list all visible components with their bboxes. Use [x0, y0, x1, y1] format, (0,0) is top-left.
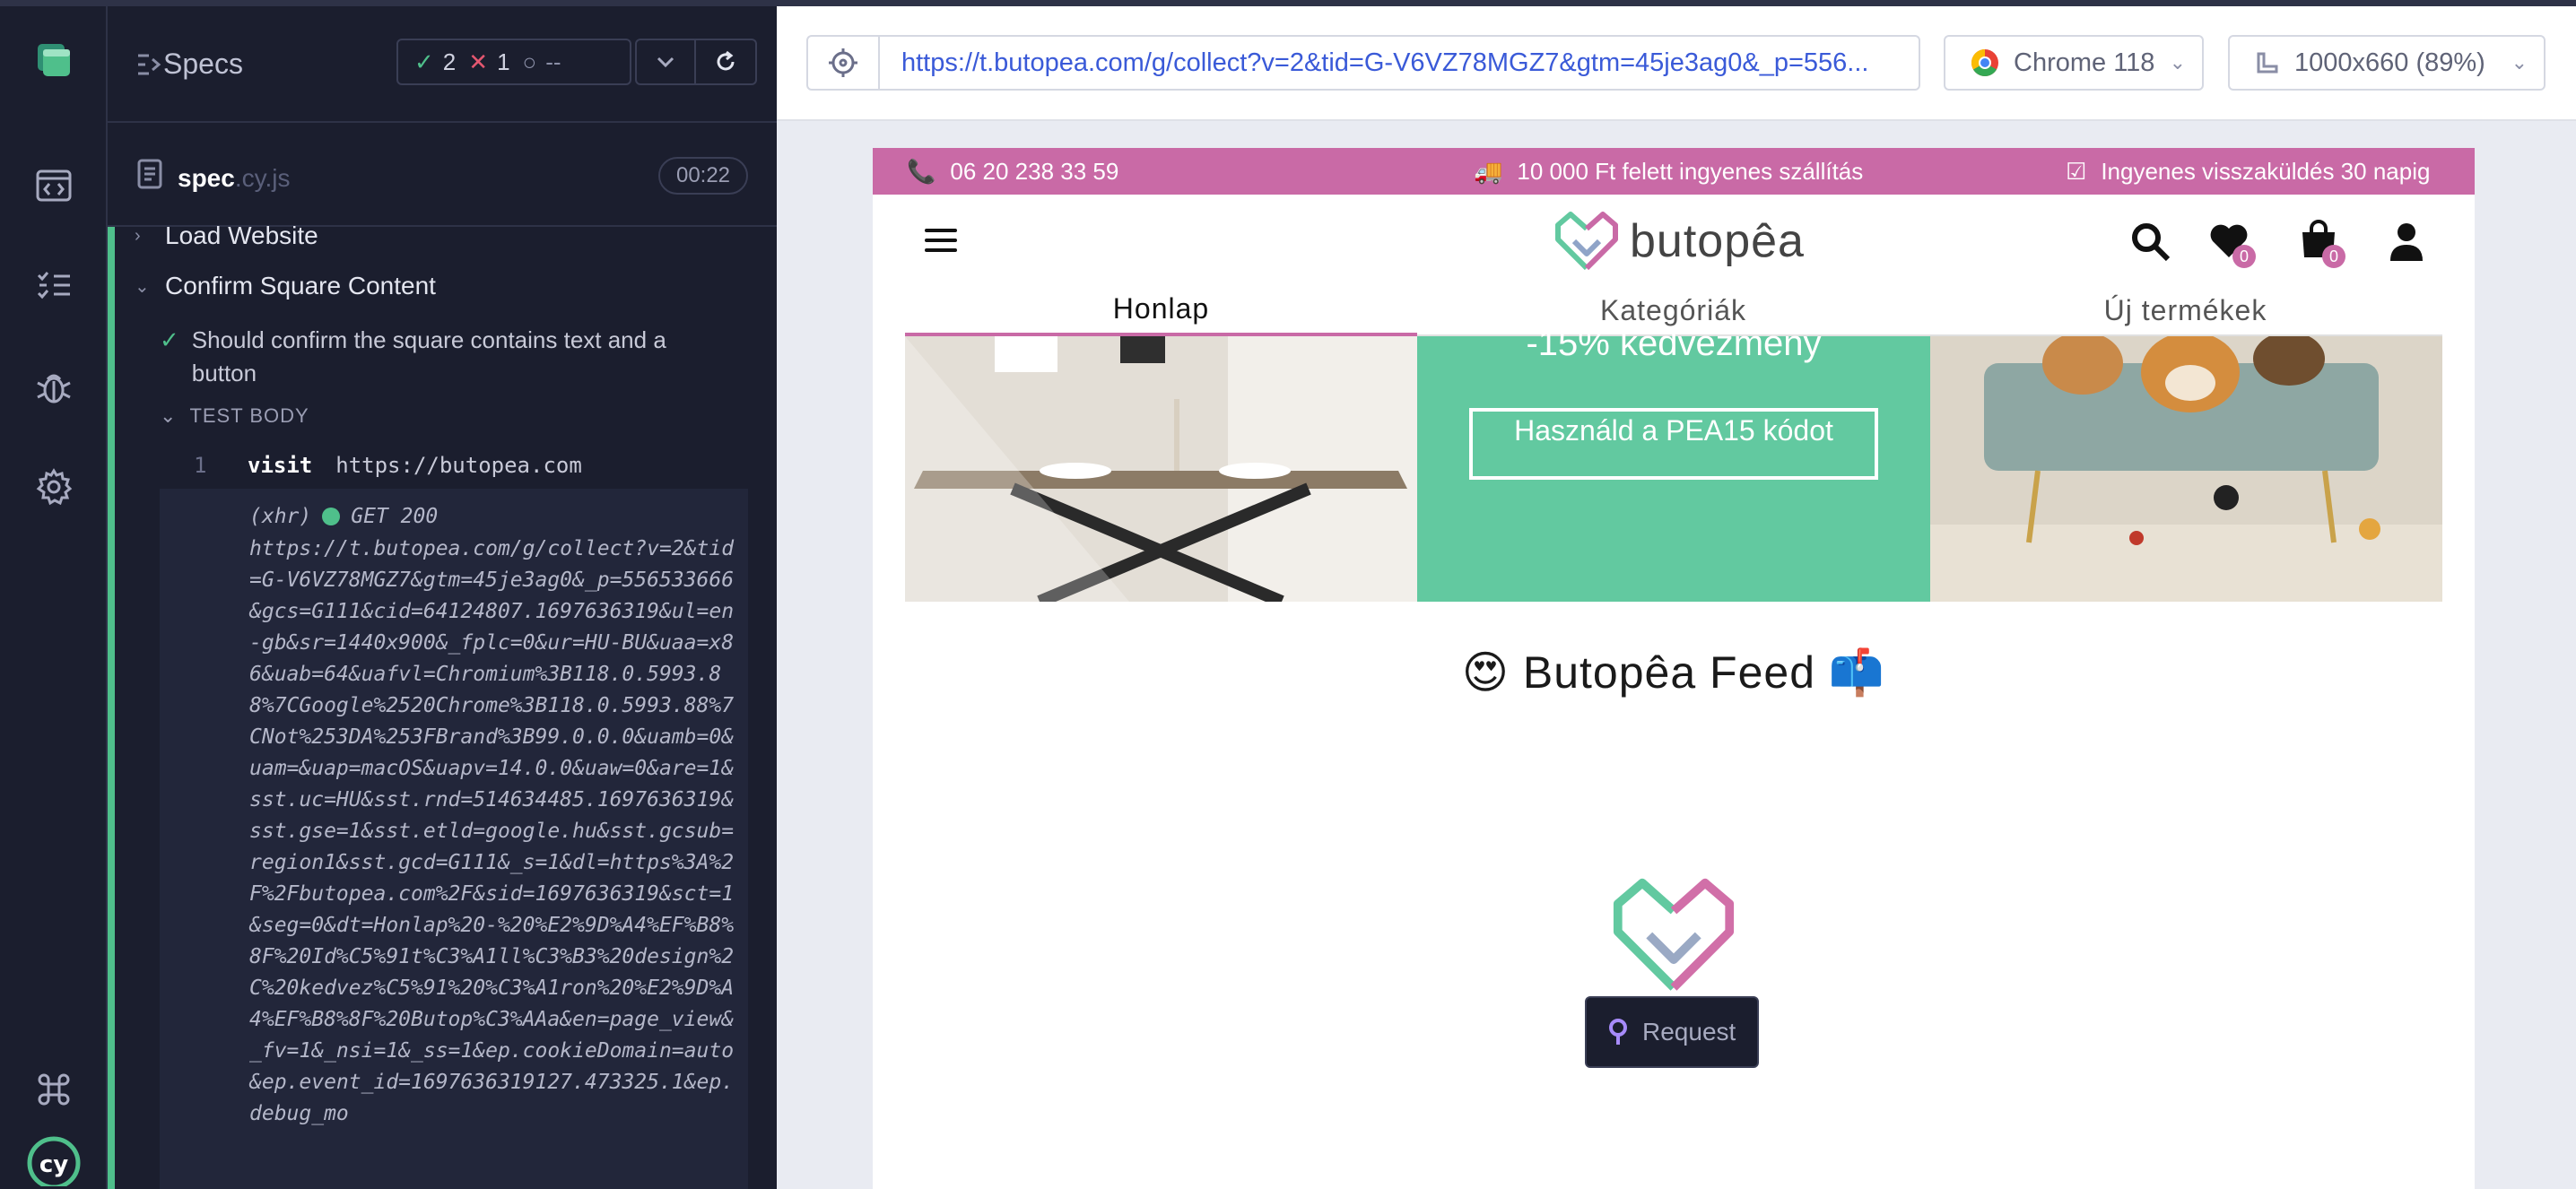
check-icon: ✓ [160, 326, 179, 353]
app-logo-icon [38, 44, 70, 76]
spec-file-name: spec.cy.js [178, 164, 291, 192]
loading-heart-logo-icon [1613, 878, 1735, 991]
viewport-selector[interactable]: 1000x660 (89%) ⌄ [2228, 35, 2546, 91]
feed-title: 😍 Butopêa Feed 📫 [1461, 647, 1886, 698]
cypress-logo[interactable]: cy [27, 1133, 81, 1186]
pin-icon [1609, 1019, 1627, 1045]
rerun-button[interactable] [696, 39, 757, 85]
sidebar-item-runs[interactable] [27, 259, 81, 313]
chevron-down-icon: ⌄ [2511, 51, 2528, 74]
crosshair-icon [829, 48, 857, 77]
collapse-all-button[interactable] [635, 39, 696, 85]
chevron-down-icon: ⌄ [135, 276, 150, 297]
wishlist-badge: 0 [2232, 245, 2256, 268]
ruler-icon [2257, 52, 2278, 74]
chevron-down-icon: ⌄ [2169, 51, 2186, 74]
spinner-icon: ○ [522, 48, 537, 75]
nav-tab-new-products[interactable]: Új termékek [1929, 284, 2441, 336]
aut-panel: https://t.butopea.com/g/collect?v=2&tid=… [777, 6, 2576, 1189]
suite-load-website[interactable]: › Load Website [135, 221, 318, 250]
sidebar-item-debug[interactable] [27, 360, 81, 413]
hero-promo-square: -15% kedvezmény Használd a PEA15 kódot [1417, 324, 1930, 602]
keyboard-shortcuts-button[interactable] [27, 1063, 81, 1116]
dogs-bench-image [1930, 336, 2442, 602]
spec-duration: 00:22 [658, 157, 748, 195]
wishlist-button[interactable]: 0 [2207, 220, 2258, 273]
aut-iframe: 📞 06 20 238 33 59 🚚 10 000 Ft felett ing… [873, 148, 2475, 1189]
specs-header: Specs ✓ 2 ✕ 1 ○ -- [108, 6, 777, 123]
checkbox-icon: ☑ [2066, 157, 2087, 185]
site-logo[interactable]: butopêa [1551, 209, 1805, 273]
pending-count: ○ -- [522, 48, 561, 75]
hero-image-dining[interactable] [905, 336, 1417, 602]
cypress-app-logo[interactable] [27, 33, 81, 87]
test-body-toggle[interactable]: ⌄ TEST BODY [160, 404, 309, 428]
promo-bar: 📞 06 20 238 33 59 🚚 10 000 Ft felett ing… [873, 148, 2475, 195]
browser-selector[interactable]: Chrome 118 ⌄ [1944, 35, 2204, 91]
command-name: visit [248, 453, 313, 478]
cy-logo-icon: cy [27, 1136, 81, 1186]
bug-icon [37, 374, 71, 404]
heart-logo-icon [1555, 212, 1618, 271]
promo-code-button[interactable]: Használd a PEA15 kódot [1469, 408, 1878, 480]
test-stats: ✓ 2 ✕ 1 ○ -- [396, 39, 631, 85]
passed-count: ✓ 2 [414, 48, 457, 75]
hero-image-dogs[interactable] [1930, 336, 2442, 602]
nav-tab-home[interactable]: Honlap [905, 284, 1417, 336]
sidebar-item-settings[interactable] [27, 460, 81, 514]
promo-returns: ☑ Ingyenes visszaküldés 30 napig [2066, 157, 2431, 185]
dining-table-image [905, 336, 1417, 602]
failed-count: ✕ 1 [468, 48, 510, 75]
reporter-panel: Specs ✓ 2 ✕ 1 ○ -- spec.cy.js 00:22 › Lo… [108, 6, 777, 1189]
x-icon: ✕ [468, 48, 489, 75]
cart-button[interactable]: 0 [2297, 218, 2347, 273]
search-icon[interactable] [2128, 220, 2171, 263]
xhr-url: https://t.butopea.com/g/collect?v=2&tid=… [249, 537, 735, 1125]
runnable-list: › Load Website ⌄ Confirm Square Content … [108, 221, 777, 1189]
promo-shipping: 🚚 10 000 Ft felett ingyenes szállítás [1474, 157, 1864, 185]
aut-url-bar[interactable]: https://t.butopea.com/g/collect?v=2&tid=… [806, 35, 1920, 91]
status-dot-icon [322, 508, 341, 525]
chrome-icon [1971, 48, 1998, 77]
promo-phone[interactable]: 📞 06 20 238 33 59 [907, 148, 1118, 195]
sidebar-rail: cy [0, 6, 108, 1189]
command-key-icon [38, 1073, 70, 1106]
sidebar-item-specs[interactable] [27, 159, 81, 213]
command-number: 1 [194, 453, 207, 478]
aut-header: https://t.butopea.com/g/collect?v=2&tid=… [777, 6, 2576, 121]
command-arg: https://butopea.com [335, 453, 582, 478]
pass-indicator-bar [108, 227, 115, 1189]
spec-file-row[interactable]: spec.cy.js 00:22 [108, 123, 777, 227]
phone-icon: 📞 [907, 157, 936, 185]
request-tooltip: Request [1585, 996, 1759, 1068]
svg-text:cy: cy [39, 1151, 68, 1178]
hero-square-grid: -15% kedvezmény Használd a PEA15 kódot [905, 324, 2442, 602]
hamburger-menu-icon[interactable] [925, 229, 957, 252]
site-header: butopêa 0 0 [873, 195, 2475, 284]
test-item[interactable]: ✓ Should confirm the square contains tex… [160, 324, 734, 390]
xhr-log-head[interactable]: (xhr) GET 200 [249, 505, 438, 528]
checklist-icon [37, 272, 70, 299]
specs-title[interactable]: Specs [163, 48, 243, 81]
reload-icon [717, 50, 735, 71]
check-icon: ✓ [414, 48, 434, 75]
aut-url: https://t.butopea.com/g/collect?v=2&tid=… [901, 48, 1869, 77]
gear-icon [36, 468, 73, 506]
chevron-down-icon [657, 56, 674, 68]
promo-headline: -15% kedvezmény [1526, 324, 1822, 363]
selector-playground-button[interactable] [808, 37, 880, 89]
chevron-right-icon: › [135, 225, 141, 246]
command-visit[interactable]: 1 visit https://butopea.com [160, 442, 748, 489]
chevron-down-icon: ⌄ [160, 404, 178, 427]
top-border [0, 0, 2576, 6]
user-icon[interactable] [2385, 220, 2428, 263]
command-log: 1 visit https://butopea.com (xhr) GET 20… [160, 442, 748, 1189]
cart-badge: 0 [2322, 245, 2345, 268]
file-icon [137, 159, 162, 189]
truck-icon: 🚚 [1474, 157, 1503, 185]
code-window-icon [36, 169, 72, 202]
suite-confirm-square[interactable]: ⌄ Confirm Square Content [135, 272, 436, 300]
specs-list-icon [138, 54, 161, 75]
